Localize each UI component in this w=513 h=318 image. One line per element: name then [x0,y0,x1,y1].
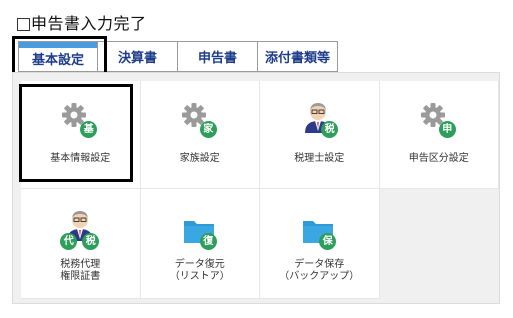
gear-icon: 家 [180,101,220,145]
tile-label: 税務代理 権限証書 [60,259,101,282]
tile-label: データ復元 （リストア） [169,259,230,282]
tile-label: 税理士設定 [294,153,345,164]
gear-icon: 申 [419,101,459,145]
tile-data-backup[interactable]: 保 データ保存 （バックアップ） [260,189,380,299]
tile-family-settings[interactable]: 家 家族設定 [140,81,260,189]
completion-row[interactable]: 申告書入力完了 [17,13,147,35]
tile-tax-accountant-settings[interactable]: 税 税理士設定 [260,81,380,189]
folder-icon: 保 [299,209,339,253]
empty-grid-cell [379,189,499,299]
tile-label: データ保存 （バックアップ） [279,259,360,282]
gear-icon: 基 [60,101,100,145]
tile-data-restore[interactable]: 復 データ復元 （リストア） [140,189,260,299]
completion-checkbox[interactable] [17,17,30,31]
tile-tax-agent-power-of-attorney[interactable]: 代 税 税務代理 権限証書 [21,189,141,299]
tile-badge: 申 [438,121,456,138]
settings-panel: 基 基本情報設定 家 家族設定 税 税理士設定 申 申告区分設定 代 税 税務代… [12,72,500,304]
tile-basic-info-settings[interactable]: 基 基本情報設定 [21,81,141,189]
person-icon: 代 税 [60,209,100,253]
tab-basic-settings[interactable]: 基本設定 [18,41,98,72]
tile-badge: 家 [199,121,217,138]
tab-attachments[interactable]: 添付書類等 [258,41,338,72]
folder-icon: 復 [180,209,220,253]
tile-label: 家族設定 [179,153,220,164]
tab-financial-statements[interactable]: 決算書 [98,41,178,72]
tile-grid: 基 基本情報設定 家 家族設定 税 税理士設定 申 申告区分設定 代 税 税務代… [21,81,499,299]
tile-filing-category-settings[interactable]: 申 申告区分設定 [379,81,499,189]
tile-label: 基本情報設定 [50,153,111,164]
tile-label: 申告区分設定 [408,153,469,164]
tab-tax-return[interactable]: 申告書 [178,41,258,72]
person-icon: 税 [299,101,339,145]
completion-label: 申告書入力完了 [31,14,147,33]
tab-bar: 基本設定 決算書 申告書 添付書類等 [18,41,338,72]
tile-badge: 復 [199,233,217,250]
